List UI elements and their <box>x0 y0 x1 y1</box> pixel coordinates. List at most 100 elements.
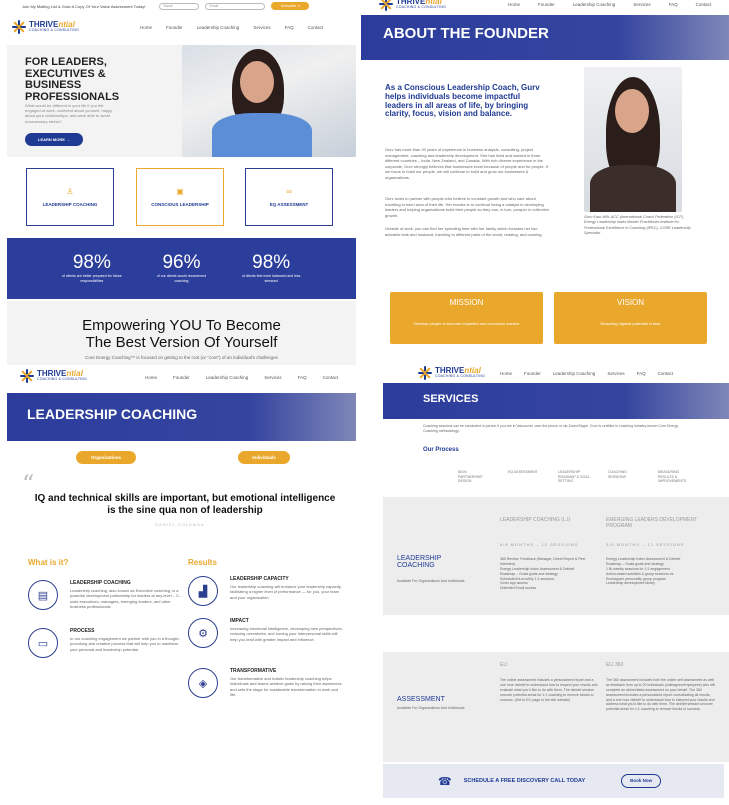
quote-text: IQ and technical skills are important, b… <box>34 493 336 516</box>
nav-faq[interactable]: FAQ <box>637 371 646 376</box>
lc-col1-meta: 6/8 MONTHS – 12 SESSIONS <box>500 542 579 547</box>
chat-icon: ▭ <box>28 628 58 658</box>
mission-text: Develop people to become impactful and c… <box>413 321 520 326</box>
nav-founder[interactable]: Founder <box>538 2 555 7</box>
our-process-heading: Our Process <box>423 447 459 453</box>
nav-services[interactable]: Services <box>633 2 650 7</box>
lc-col1-heading: LEADERSHIP COACHING (L.I) <box>500 517 571 523</box>
organizations-button[interactable]: Organizations <box>76 451 136 464</box>
stats-section: 98% of clients are better prepared for fu… <box>7 238 356 299</box>
book-now-button[interactable]: Book Now <box>621 774 662 788</box>
vision-card: VISION Reaching highest potential in tim… <box>554 292 707 344</box>
logo[interactable]: THRIVEntial COACHING & CONSULTING <box>20 369 87 383</box>
nav-home[interactable]: Home <box>140 25 152 30</box>
main-nav: Home Founder Leadership Coaching Service… <box>508 2 711 7</box>
leadership-coaching-package: LEADERSHIP COACHING Available For Organi… <box>383 497 729 615</box>
logo-mark-icon <box>12 20 26 34</box>
lc-title: LEADERSHIP COACHING <box>397 555 442 569</box>
nav-founder[interactable]: Founder <box>524 371 541 376</box>
nav-leadership-coaching[interactable]: Leadership Coaching <box>197 25 240 30</box>
nav-founder[interactable]: Founder <box>166 25 183 30</box>
person-icon: ♙ <box>66 186 74 196</box>
discovery-call-bar: ☎ SCHEDULE A FREE DISCOVERY CALL TODAY B… <box>383 764 724 798</box>
assessment-title: ASSESSMENT <box>397 696 445 703</box>
hero-portrait <box>182 45 356 157</box>
eli-360-text: The 360 assessment includes both the onl… <box>606 678 715 712</box>
card-leadership-coaching[interactable]: ♙ LEADERSHIP COACHING <box>26 168 114 226</box>
nav-founder[interactable]: Founder <box>173 375 190 380</box>
nav-contact[interactable]: Contact <box>696 2 712 7</box>
nav-home[interactable]: Home <box>508 2 520 7</box>
lc-col2-heading: EMERGING LEADERS DEVELOPMENT PROGRAM <box>606 517 698 529</box>
leadership-coaching-page-panel: THRIVEntial COACHING & CONSULTING Home Fo… <box>0 366 360 805</box>
logo[interactable]: THRIVEntial COACHING & CONSULTING <box>12 20 79 34</box>
nav-leadership-coaching[interactable]: Leadership Coaching <box>573 2 616 7</box>
founder-bio-p2: Gurv loves to partner with people who be… <box>385 196 549 218</box>
assessment-package: ASSESSMENT Available For Organizations A… <box>383 652 729 762</box>
book-icon: ▤ <box>28 580 58 610</box>
nav-home[interactable]: Home <box>145 375 157 380</box>
nav-home[interactable]: Home <box>500 371 512 376</box>
results-heading: Results <box>188 558 217 567</box>
hero-section: FOR LEADERS, EXECUTIVES & BUSINESS PROFE… <box>7 45 356 157</box>
chart-icon: ▟ <box>188 576 218 606</box>
nav-leadership-coaching[interactable]: Leadership Coaching <box>553 371 596 376</box>
nav-contact[interactable]: Contact <box>658 371 674 376</box>
gear-icon: ⚙ <box>188 618 218 648</box>
nav-contact[interactable]: Contact <box>323 375 339 380</box>
lc-col2-list: Energy Leadership Index Assessment & Deb… <box>606 557 681 586</box>
what-is-it-heading: What is it? <box>28 558 69 567</box>
card-conscious-leadership[interactable]: ▣ CONSCIOUS LEADERSHIP <box>136 168 224 226</box>
nav-services[interactable]: Services <box>607 371 624 376</box>
home-page-panel: Join My Mailing List & Grab A Copy Of Yo… <box>0 0 360 365</box>
diamond-icon: ◈ <box>188 668 218 698</box>
eli-360-heading: ELI 360 <box>606 662 624 668</box>
nav-faq[interactable]: FAQ <box>298 375 307 380</box>
mailing-list-text: Join My Mailing List & Grab A Copy Of Yo… <box>22 3 146 9</box>
nav-leadership-coaching[interactable]: Leadership Coaching <box>206 375 249 380</box>
founder-lead: As a Conscious Leadership Coach, Gurv he… <box>385 83 540 119</box>
page-title-banner: ABOUT THE FOUNDER <box>361 15 729 60</box>
card-eq-assessment[interactable]: ∞ EQ ASSESSMENT <box>245 168 333 226</box>
empower-text: Core Energy Coaching™ is focused on gett… <box>85 355 278 360</box>
nav-faq[interactable]: FAQ <box>669 2 678 7</box>
process-step: SIGN PARTNERSHIP DESIGN <box>458 470 483 484</box>
nav-services[interactable]: Services <box>264 375 281 380</box>
process-step: COACHING SESSIONS <box>608 470 627 479</box>
stat-item: 96% of our clients would recommend coachi… <box>156 252 207 283</box>
eli-heading: ELI <box>500 662 508 668</box>
process-step: LEADERSHIP ROADMAP & GOAL SETTING <box>558 470 590 484</box>
individuals-button[interactable]: Individuals <box>238 451 290 464</box>
logo-mark-icon <box>20 369 34 383</box>
page-title-banner: SERVICES <box>383 383 729 419</box>
nav-contact[interactable]: Contact <box>308 25 324 30</box>
vision-text: Reaching highest potential in time <box>600 321 661 326</box>
quote-author: DANIEL GOLEMAN <box>155 522 205 527</box>
nav-faq[interactable]: FAQ <box>285 25 294 30</box>
mission-heading: MISSION <box>449 298 484 307</box>
hero-title: FOR LEADERS, EXECUTIVES & BUSINESS PROFE… <box>25 56 120 103</box>
nav-services[interactable]: Services <box>253 25 270 30</box>
stat-item: 98% of clients are better prepared for fu… <box>61 252 122 283</box>
empower-heading-1: Empowering YOU To Become <box>82 317 281 334</box>
logo-mark-icon <box>418 366 432 380</box>
logo[interactable]: THRIVEntial COACHING & CONSULTING <box>379 0 446 11</box>
name-input[interactable]: Name <box>159 2 200 10</box>
page-title-banner: LEADERSHIP COACHING <box>7 393 356 441</box>
page-title: SERVICES <box>423 393 479 405</box>
assessment-subtitle: Available For Organizations And Individu… <box>397 706 465 710</box>
process-step: EQ ASSESSMENT <box>508 470 538 474</box>
subscribe-button[interactable]: Subscribe ➜ <box>271 2 310 10</box>
vision-heading: VISION <box>616 298 645 307</box>
founder-caption: Gurv Kaur-Wilt, ACC (International Coach… <box>584 215 691 235</box>
learn-more-button[interactable]: LEARN MORE → <box>25 133 83 146</box>
lc-col1-list: 360 Review: Feedback (Manager, Direct Re… <box>500 557 586 591</box>
services-page-panel: THRIVEntial COACHING & CONSULTING Home Fo… <box>378 366 729 805</box>
founder-bio-p1: Gurv has more than 20 years of experienc… <box>385 147 548 180</box>
mailing-list-bar: Join My Mailing List & Grab A Copy Of Yo… <box>0 0 355 12</box>
glasses-icon: ∞ <box>286 186 292 196</box>
logo[interactable]: THRIVEntial COACHING & CONSULTING <box>418 366 485 380</box>
stat-item: 98% of clients feel more balanced and les… <box>241 252 301 283</box>
email-input[interactable]: Email <box>205 2 266 10</box>
empower-section: Empowering YOU To Become The Best Versio… <box>7 301 356 365</box>
